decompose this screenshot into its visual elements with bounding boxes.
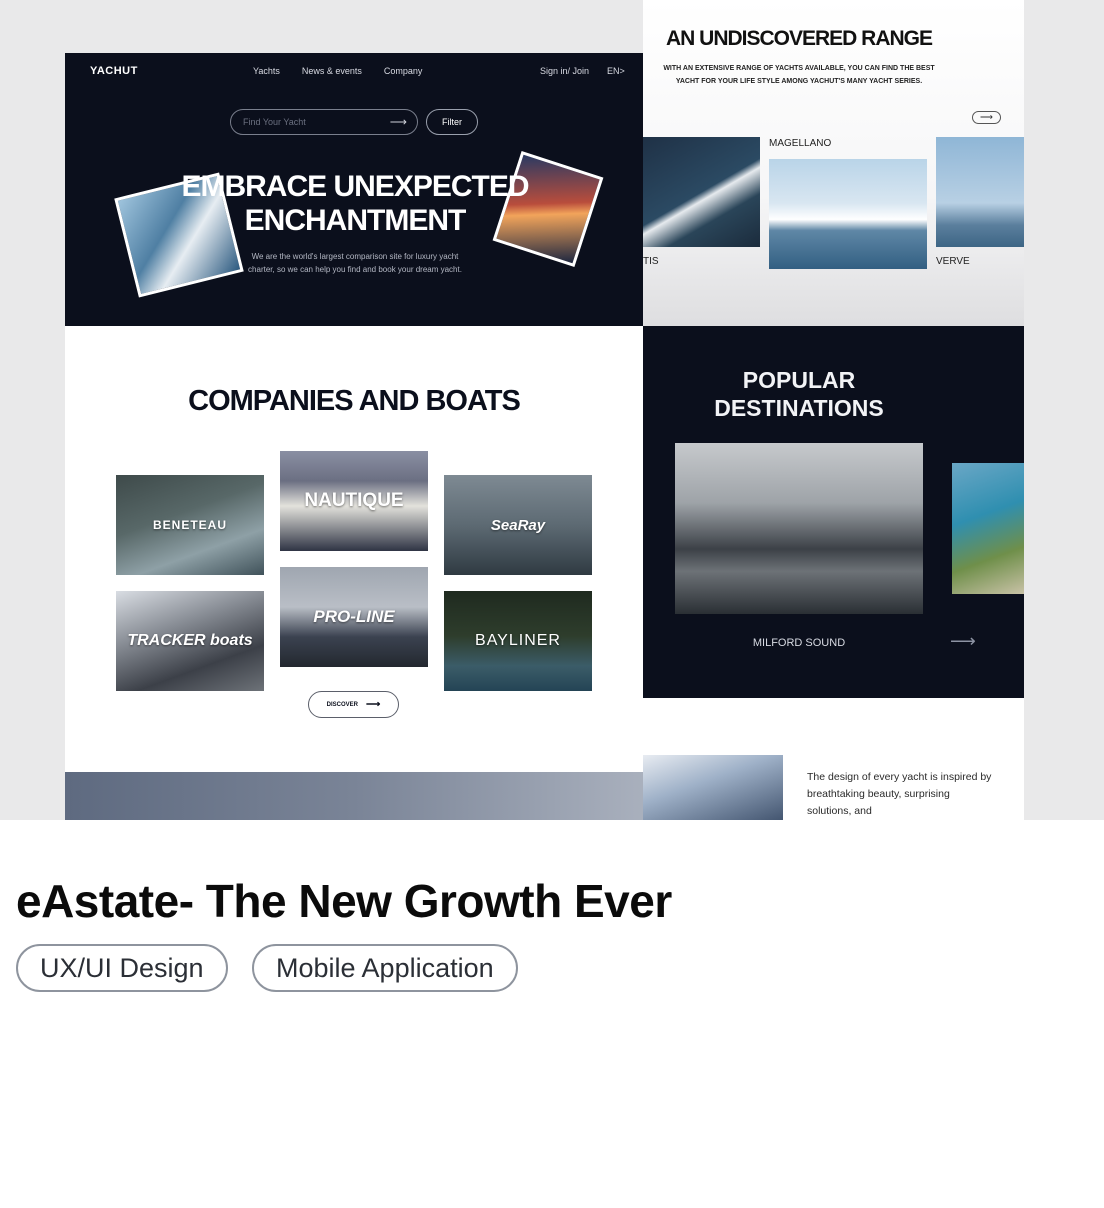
arrow-right-icon[interactable]: ⟶ bbox=[950, 631, 976, 652]
destinations-title-line2: DESTINATIONS bbox=[714, 395, 884, 421]
nav-links: Yachts News & events Company bbox=[253, 66, 422, 76]
range-subtitle: WITH AN EXTENSIVE RANGE OF YACHTS AVAILA… bbox=[663, 65, 935, 85]
hero-headline-line1: EMBRACE UNEXPECTED bbox=[181, 170, 529, 203]
yacht-photo-verve bbox=[936, 137, 1024, 247]
project-preview-image[interactable]: AN UNDISCOVERED RANGE WITH AN EXTENSIVE … bbox=[0, 0, 1104, 820]
range-title: AN UNDISCOVERED RANGE bbox=[665, 27, 933, 50]
tag-ux-ui-design[interactable]: UX/UI Design bbox=[16, 944, 228, 992]
nav-link-yachts[interactable]: Yachts bbox=[253, 66, 280, 76]
logo[interactable]: YACHUT bbox=[90, 65, 138, 77]
tag-mobile-application[interactable]: Mobile Application bbox=[252, 944, 518, 992]
nav-link-news[interactable]: News & events bbox=[302, 66, 362, 76]
right-mockup: AN UNDISCOVERED RANGE WITH AN EXTENSIVE … bbox=[643, 0, 1024, 820]
range-next-button[interactable]: ⟶ bbox=[972, 111, 1001, 124]
language-select[interactable]: EN> bbox=[607, 66, 625, 76]
arrow-right-icon[interactable]: ⟶ bbox=[390, 115, 407, 129]
brand-label: TRACKER boats bbox=[127, 632, 253, 649]
discover-button[interactable]: DISCOVER ⟶ bbox=[308, 691, 399, 718]
brand-tile-tracker[interactable]: TRACKER boats bbox=[116, 591, 264, 691]
brand-tile-bayliner[interactable]: BAYLINER bbox=[444, 591, 592, 691]
yacht-photo-left bbox=[643, 137, 760, 247]
search-placeholder: Find Your Yacht bbox=[243, 117, 306, 127]
yacht-label-verve: VERVE bbox=[936, 256, 970, 267]
nav-right: Sign in/ Join EN> bbox=[540, 66, 625, 76]
project-title[interactable]: eAstate- The New Growth Ever bbox=[16, 874, 672, 928]
brand-label: SeaRay bbox=[490, 516, 546, 534]
companies-title: COMPANIES AND BOATS bbox=[188, 385, 521, 417]
hero-section: YACHUT Yachts News & events Company Sign… bbox=[65, 53, 643, 326]
yacht-label-magellano: MAGELLANO bbox=[769, 138, 832, 149]
yacht-collage-photo bbox=[643, 755, 783, 820]
search-input[interactable]: Find Your Yacht ⟶ bbox=[230, 109, 418, 135]
hero-subtext: We are the world's largest comparison si… bbox=[248, 252, 462, 274]
filter-button[interactable]: Filter bbox=[426, 109, 478, 135]
design-text: The design of every yacht is inspired by… bbox=[807, 771, 992, 817]
destination-photo-milford[interactable] bbox=[675, 443, 923, 614]
brand-tile-beneteau[interactable]: BENETEAU bbox=[116, 475, 264, 575]
brand-label: BAYLINER bbox=[475, 632, 561, 649]
sailing-photo-strip bbox=[65, 772, 643, 820]
brand-label: PRO-LINE bbox=[313, 607, 395, 626]
nav-link-company[interactable]: Company bbox=[384, 66, 423, 76]
left-mockup: YACHUT Yachts News & events Company Sign… bbox=[65, 53, 643, 820]
brand-tile-proline[interactable]: PRO-LINE bbox=[280, 567, 428, 667]
yacht-label-left: TIS bbox=[643, 256, 659, 267]
brand-tile-searay[interactable]: SeaRay bbox=[444, 475, 592, 575]
signin-link[interactable]: Sign in/ Join bbox=[540, 66, 589, 76]
yacht-photo-magellano bbox=[769, 159, 927, 269]
hero-headline: EMBRACE UNEXPECTED ENCHANTMENT bbox=[125, 170, 585, 238]
destinations-section: POPULAR DESTINATIONS MILFORD SOUND ⟶ bbox=[643, 326, 1024, 698]
discover-label: DISCOVER bbox=[326, 701, 358, 708]
destinations-title: POPULAR DESTINATIONS bbox=[643, 366, 955, 422]
hero-headline-line2: ENCHANTMENT bbox=[244, 204, 467, 237]
destination-photo-next[interactable] bbox=[952, 463, 1024, 594]
destination-name: MILFORD SOUND bbox=[752, 637, 846, 649]
brand-tile-nautique[interactable]: NAUTIQUE bbox=[280, 451, 428, 551]
destinations-title-line1: POPULAR bbox=[742, 367, 856, 393]
brand-label: NAUTIQUE bbox=[304, 490, 404, 511]
arrow-right-icon: ⟶ bbox=[366, 699, 381, 710]
brand-label: BENETEAU bbox=[152, 518, 227, 532]
